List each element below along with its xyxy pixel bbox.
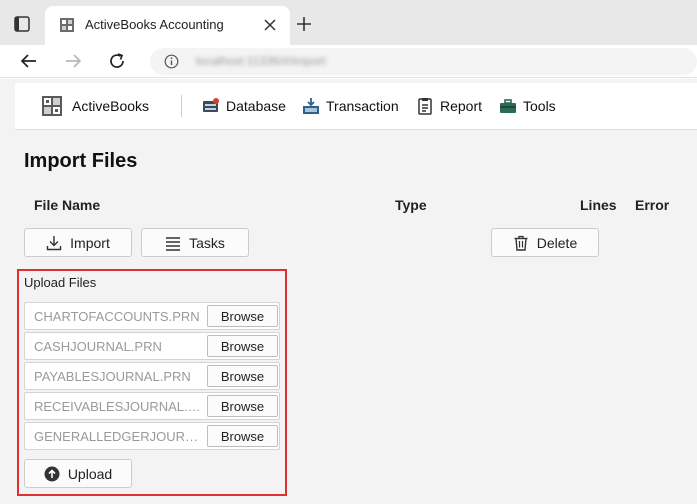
trash-icon [514, 235, 528, 251]
close-icon[interactable] [263, 18, 277, 32]
brand-name: ActiveBooks [72, 98, 150, 114]
browse-button[interactable]: Browse [207, 365, 278, 387]
menu-tools-label: Tools [523, 98, 556, 114]
file-name-text: CASHJOURNAL.PRN [34, 339, 162, 354]
upload-arrow-icon [44, 466, 60, 481]
file-input-row[interactable]: CHARTOFACCOUNTS.PRN Browse [24, 302, 280, 330]
url-text: localhost:11336/#/import [196, 54, 326, 68]
browse-button[interactable]: Browse [207, 395, 278, 417]
back-arrow-icon[interactable] [20, 52, 38, 70]
menu-database[interactable]: Database [202, 95, 286, 117]
import-button-label: Import [70, 234, 110, 251]
menu-report-label: Report [440, 98, 483, 114]
column-header-type: Type [395, 197, 427, 213]
column-header-file-name: File Name [34, 197, 101, 213]
file-name-text: PAYABLESJOURNAL.PRN [34, 369, 191, 384]
tasks-button-label: Tasks [189, 234, 225, 251]
list-icon [166, 236, 181, 251]
upload-button-label: Upload [67, 465, 113, 482]
menu-transaction-label: Transaction [326, 98, 399, 114]
tab-title: ActiveBooks Accounting [85, 17, 224, 32]
delete-button-label: Delete [536, 234, 578, 251]
upload-button[interactable]: Upload [24, 459, 132, 488]
browser-tab-strip: ActiveBooks Accounting [0, 0, 697, 45]
app-favicon-icon [60, 18, 74, 32]
file-name-text: GENERALLEDGERJOURN... [34, 429, 202, 444]
browser-tab[interactable]: ActiveBooks Accounting [45, 6, 290, 45]
tasks-button[interactable]: Tasks [141, 228, 249, 257]
file-name-text: CHARTOFACCOUNTS.PRN [34, 309, 200, 324]
info-icon[interactable] [164, 54, 179, 69]
refresh-icon[interactable] [108, 52, 126, 70]
brand[interactable]: ActiveBooks [41, 95, 149, 117]
download-icon [46, 235, 62, 250]
browse-button[interactable]: Browse [207, 335, 278, 357]
menu-report[interactable]: Report [416, 95, 482, 117]
delete-button[interactable]: Delete [491, 228, 599, 257]
app-logo-icon [42, 96, 62, 116]
file-input-row[interactable]: CASHJOURNAL.PRN Browse [24, 332, 280, 360]
toolbox-icon [500, 99, 516, 113]
app-navbar: ActiveBooks Database Transaction Report [15, 83, 697, 130]
browse-button[interactable]: Browse [207, 305, 278, 327]
browse-button[interactable]: Browse [207, 425, 278, 447]
column-header-error: Error [635, 197, 670, 213]
file-name-text: RECEIVABLESJOURNAL.P... [34, 399, 202, 414]
forward-arrow-icon[interactable] [64, 52, 82, 70]
menu-database-label: Database [226, 98, 286, 114]
database-icon [203, 98, 219, 112]
menu-tools[interactable]: Tools [499, 95, 556, 117]
address-bar[interactable]: localhost:11336/#/import [150, 48, 697, 75]
report-icon [418, 98, 432, 115]
window-icon[interactable] [13, 15, 31, 33]
import-button[interactable]: Import [24, 228, 132, 257]
upload-files-title: Upload Files [24, 275, 97, 290]
file-input-row[interactable]: RECEIVABLESJOURNAL.P... Browse [24, 392, 280, 420]
column-header-lines: Lines [580, 197, 617, 213]
file-input-row[interactable]: GENERALLEDGERJOURN... Browse [24, 422, 280, 450]
plus-icon[interactable] [296, 16, 312, 32]
browser-toolbar: localhost:11336/#/import [0, 45, 697, 78]
menu-transaction[interactable]: Transaction [302, 95, 399, 117]
transaction-icon [303, 98, 319, 114]
file-input-row[interactable]: PAYABLESJOURNAL.PRN Browse [24, 362, 280, 390]
page-title: Import Files [24, 150, 138, 172]
navbar-divider [181, 95, 182, 117]
